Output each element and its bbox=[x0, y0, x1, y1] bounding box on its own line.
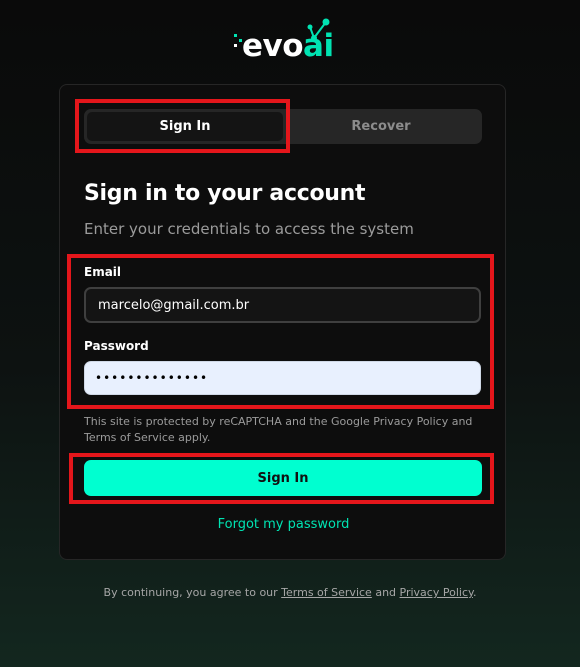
terms-of-service-link[interactable]: Terms of Service bbox=[281, 586, 372, 599]
forgot-password-link[interactable]: Forgot my password bbox=[60, 517, 507, 532]
signin-card: Sign In Recover Sign in to your account … bbox=[59, 84, 506, 560]
evoai-logo: evoai bbox=[232, 18, 334, 64]
footer-and: and bbox=[371, 586, 400, 599]
logo-text-green: ai bbox=[303, 28, 334, 64]
recaptcha-notice: This site is protected by reCAPTCHA and … bbox=[84, 415, 473, 444]
legal-footer: By continuing, you agree to our Terms of… bbox=[0, 586, 580, 599]
email-label: Email bbox=[84, 265, 122, 279]
logo-text-white: evo bbox=[242, 28, 304, 64]
page-title: Sign in to your account bbox=[84, 181, 366, 206]
page-subtitle: Enter your credentials to access the sys… bbox=[84, 220, 414, 238]
footer-suffix: . bbox=[472, 586, 477, 599]
password-label: Password bbox=[84, 339, 149, 353]
privacy-policy-link[interactable]: Privacy Policy bbox=[400, 586, 473, 599]
tab-sign-in[interactable]: Sign In bbox=[87, 112, 283, 141]
email-field[interactable] bbox=[84, 287, 481, 323]
sign-in-button[interactable]: Sign In bbox=[84, 460, 482, 496]
auth-tabs: Sign In Recover bbox=[84, 109, 482, 144]
logo-wordmark: evoai bbox=[242, 30, 334, 62]
footer-prefix: By continuing, you agree to our bbox=[103, 586, 282, 599]
tab-recover[interactable]: Recover bbox=[283, 112, 479, 141]
password-field[interactable]: •••••••••••••• bbox=[84, 361, 481, 395]
